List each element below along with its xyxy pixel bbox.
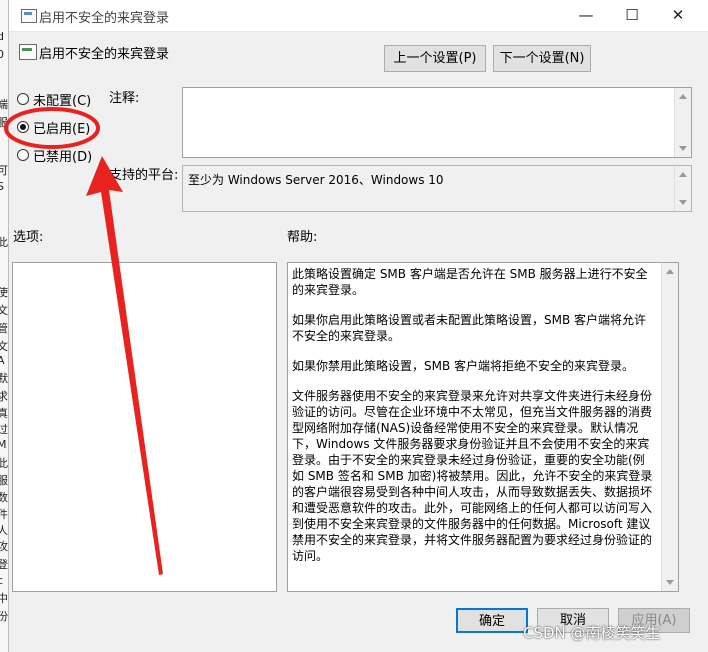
annotation-arrow [86,156,163,575]
annotation-ellipse [4,107,100,149]
annotation-overlay [4,107,163,575]
